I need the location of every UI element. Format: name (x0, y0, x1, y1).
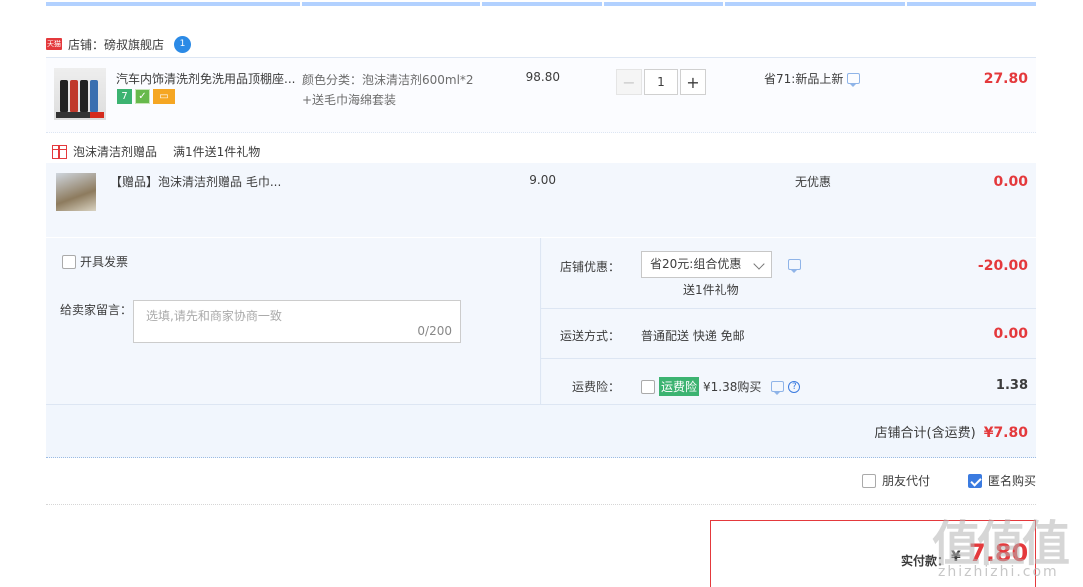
shop-name-link[interactable]: 店铺：磅叔旗舰店 (68, 36, 164, 53)
top-border (46, 2, 1036, 6)
insurance-price: ¥1.38购买 (703, 380, 762, 394)
gift-label: 泡沫清洁剂赠品 (73, 145, 158, 159)
bottle-graphic (80, 80, 88, 112)
site-watermark: 值值值 zhizhizhi.com (932, 504, 1077, 584)
top-border-gap (723, 2, 725, 6)
help-icon[interactable]: ? (788, 380, 801, 393)
shop-total-value: ¥7.80 (983, 425, 1028, 441)
shop-header: 天猫 店铺：磅叔旗舰店 1 (46, 34, 192, 54)
qty-minus-button[interactable]: − (616, 69, 642, 95)
bottle-graphic (70, 80, 78, 112)
discount-label: 店铺优惠： (559, 260, 620, 274)
shop-total-label: 店铺合计(含运费) (874, 426, 976, 441)
top-border-gap (602, 2, 604, 6)
note-placeholder: 选填,请先和商家协商一致 (146, 309, 282, 323)
friend-pay-label: 朋友代付 (881, 474, 930, 488)
seven-day-return-icon[interactable]: 7 (117, 89, 132, 104)
top-border-gap (905, 2, 907, 6)
gift-unit-price: 9.00 (529, 173, 556, 187)
order-summary: 开具发票 给卖家留言： 选填,请先和商家协商一致 0/200 店铺优惠： 省20… (46, 238, 1036, 458)
insurance-option: 运费险 ¥1.38购买 ? (641, 377, 801, 396)
gift-rule: 满1件送1件礼物 (173, 145, 261, 159)
gift-thumbnail[interactable] (56, 173, 96, 211)
shipping-cost: 0.00 (993, 326, 1028, 342)
message-icon[interactable] (788, 259, 801, 273)
insurance-label: 运费险： (571, 380, 620, 394)
order-item-row: 汽车内饰清洗剂免洗用品顶棚座... 7 ✓ ▭ 颜色分类：泡沫清洁剂600ml*… (46, 57, 1036, 133)
item-promo: 省71:新品上新 (764, 70, 861, 87)
shipping-method: 普通配送 快递 免邮 (641, 329, 745, 343)
friend-pay-option[interactable]: 朋友代付 (861, 472, 930, 489)
note-label: 给卖家留言： (60, 303, 133, 317)
gift-item-row: 【赠品】泡沫清洁剂赠品 毛巾... 9.00 无优惠 0.00 (46, 163, 1036, 237)
row-divider (541, 308, 1036, 309)
gift-header: 泡沫清洁剂赠品 满1件送1件礼物 (52, 143, 260, 160)
friend-pay-checkbox[interactable] (861, 473, 876, 488)
credit-card-icon[interactable]: ▭ (153, 89, 175, 104)
anonymous-option[interactable]: 匿名购买 (967, 472, 1036, 489)
section-divider (46, 504, 1036, 505)
thumb-red-tag (90, 112, 104, 118)
anonymous-checkbox[interactable] (967, 473, 982, 488)
gift-title-link[interactable]: 【赠品】泡沫清洁剂赠品 毛巾... (110, 173, 281, 190)
top-border-gap (300, 2, 302, 6)
discount-selected: 省20元:组合优惠 (650, 257, 742, 271)
sku-color: 颜色分类：泡沫清洁剂600ml*2 (302, 73, 474, 87)
service-badges: 7 ✓ ▭ (117, 89, 175, 104)
watermark-url: zhizhizhi.com (938, 564, 1059, 580)
row-divider (541, 358, 1036, 359)
note-char-count: 0/200 (417, 324, 452, 338)
discount-value: -20.00 (977, 258, 1028, 274)
top-border-gap (480, 2, 482, 6)
insurance-tag: 运费险 (659, 377, 700, 396)
invoice-option[interactable]: 开具发票 (62, 253, 128, 270)
summary-left: 开具发票 给卖家留言： 选填,请先和商家协商一致 0/200 (46, 238, 540, 404)
invoice-checkbox[interactable] (62, 254, 76, 269)
insurance-cost: 1.38 (995, 378, 1028, 393)
message-icon[interactable] (847, 73, 861, 87)
discount-select[interactable]: 省20元:组合优惠 (641, 251, 772, 278)
tmall-logo-icon: 天猫 (46, 38, 62, 50)
gift-promo: 无优惠 (795, 175, 832, 189)
payment-options: 朋友代付 匿名购买 (861, 472, 1036, 489)
quantity-stepper: − 1 + (616, 69, 706, 95)
bottle-graphic (90, 80, 98, 112)
insurance-checkbox[interactable] (641, 379, 655, 394)
sku-info: 颜色分类：泡沫清洁剂600ml*2 +送毛巾海绵套装 (302, 70, 492, 110)
row-divider (46, 404, 1036, 405)
anonymous-label: 匿名购买 (987, 474, 1036, 488)
product-title-link[interactable]: 汽车内饰清洗剂免洗用品顶棚座... (116, 70, 296, 87)
item-subtotal: 27.80 (983, 71, 1028, 87)
bottle-graphic (60, 80, 68, 112)
shipping-label: 运送方式： (559, 329, 620, 343)
shop-total: 店铺合计(含运费) ¥7.80 (875, 422, 1028, 441)
gift-subtotal: 0.00 (993, 174, 1028, 190)
qty-plus-button[interactable]: + (680, 69, 706, 95)
wangwang-chat-icon[interactable]: 1 (174, 35, 192, 53)
guarantee-shield-icon[interactable]: ✓ (135, 89, 150, 104)
seller-note-input[interactable]: 选填,请先和商家协商一致 0/200 (133, 300, 461, 343)
message-icon[interactable] (771, 381, 785, 395)
gift-icon (52, 144, 67, 159)
qty-input[interactable]: 1 (644, 69, 678, 95)
chevron-down-icon (753, 258, 765, 270)
unit-price: 98.80 (525, 70, 560, 84)
product-thumbnail[interactable] (54, 68, 106, 120)
promo-text: 省71:新品上新 (764, 72, 844, 86)
sku-extra: +送毛巾海绵套装 (302, 93, 397, 107)
discount-gift-note: 送1件礼物 (683, 283, 739, 297)
invoice-label: 开具发票 (80, 255, 129, 269)
